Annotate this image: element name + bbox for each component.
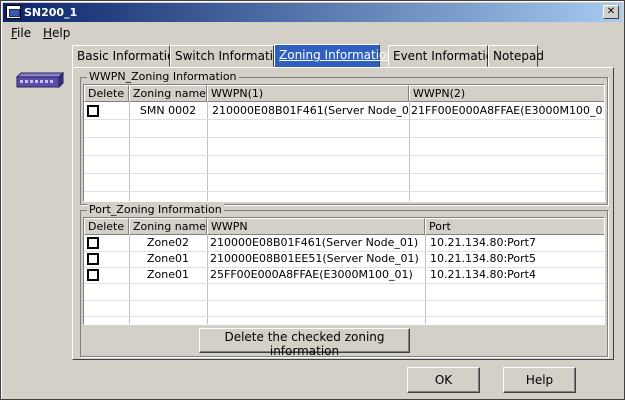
col-zoning-name[interactable]: Zoning name (129, 85, 207, 102)
port-zoning-table: Delete Zoning name WWPN Port Zone02 2100… (83, 217, 605, 325)
zone-name: Zone01 (146, 252, 189, 265)
delete-checkbox[interactable] (87, 237, 99, 249)
delete-checked-zoning-button[interactable]: Delete the checked zoning information (199, 328, 410, 358)
port-zoning-header: Delete Zoning name WWPN Port (84, 218, 604, 235)
menu-bar: File Help (3, 23, 622, 43)
table-row[interactable]: Zone02 210000E08B01F461(Server Node_01) … (84, 235, 604, 251)
table-row[interactable]: SMN 0002 210000E08B01F461(Server Node_01… (84, 103, 604, 119)
col-delete[interactable]: Delete (84, 218, 129, 235)
table-row[interactable]: Zone01 25FF00E000A8FFAE(E3000M100_01) 10… (84, 267, 604, 283)
port-value: 10.21.134.80:Port4 (430, 268, 536, 281)
delete-checkbox[interactable] (87, 269, 99, 281)
wwpn2-value: 21FF00E000A8FFAE(E3000M100_01) (411, 104, 605, 117)
col-wwpn[interactable]: WWPN (207, 218, 425, 235)
wwpn-zoning-header: Delete Zoning name WWPN(1) WWPN(2) (84, 85, 604, 102)
tab-notepad[interactable]: Notepad (488, 45, 544, 67)
wwpn-value: 25FF00E000A8FFAE(E3000M100_01) (210, 268, 413, 281)
tab-switch-information[interactable]: Switch Information (170, 45, 288, 67)
wwpn-value: 210000E08B01EE51(Server Node_01) (210, 252, 419, 265)
help-button[interactable]: Help (503, 367, 576, 393)
device-icon (15, 71, 65, 89)
wwpn-zoning-legend: WWPN_Zoning Information (87, 70, 239, 83)
wwpn-zoning-group: WWPN_Zoning Information Delete Zoning na… (80, 70, 608, 205)
window-title: SN200_1 (24, 6, 78, 19)
wwpn-value: 210000E08B01F461(Server Node_01) (210, 236, 419, 249)
port-value: 10.21.134.80:Port5 (430, 252, 536, 265)
app-icon (6, 5, 21, 19)
table-row[interactable]: Zone01 210000E08B01EE51(Server Node_01) … (84, 251, 604, 267)
col-wwpn2[interactable]: WWPN(2) (409, 85, 604, 102)
wwpn1-value: 210000E08B01F461(Server Node_01) (212, 104, 408, 117)
title-bar[interactable]: SN200_1 ✕ (3, 3, 622, 22)
col-delete[interactable]: Delete (84, 85, 129, 102)
zone-name: Zone02 (146, 236, 189, 249)
wwpn-zoning-table: Delete Zoning name WWPN(1) WWPN(2) SMN 0… (83, 84, 605, 202)
tab-basic-information[interactable]: Basic Information (72, 45, 182, 67)
ok-button[interactable]: OK (407, 367, 480, 393)
tab-event-information[interactable]: Event Information (388, 45, 501, 67)
menu-file[interactable]: File (11, 26, 31, 40)
main-window: SN200_1 ✕ File Help Basic Information Sw… (0, 0, 625, 400)
zone-name: SMN 0002 (139, 104, 197, 117)
tab-zoning-information[interactable]: Zoning Information (274, 44, 394, 67)
delete-checkbox[interactable] (87, 253, 99, 265)
delete-checkbox[interactable] (87, 105, 99, 117)
port-value: 10.21.134.80:Port7 (430, 236, 536, 249)
col-zoning-name[interactable]: Zoning name (129, 218, 207, 235)
col-wwpn1[interactable]: WWPN(1) (207, 85, 409, 102)
col-port[interactable]: Port (425, 218, 604, 235)
port-zoning-legend: Port_Zoning Information (87, 203, 224, 216)
close-button[interactable]: ✕ (603, 5, 619, 19)
menu-help[interactable]: Help (43, 26, 70, 40)
zone-name: Zone01 (146, 268, 189, 281)
port-zoning-group: Port_Zoning Information Delete Zoning na… (80, 203, 608, 358)
